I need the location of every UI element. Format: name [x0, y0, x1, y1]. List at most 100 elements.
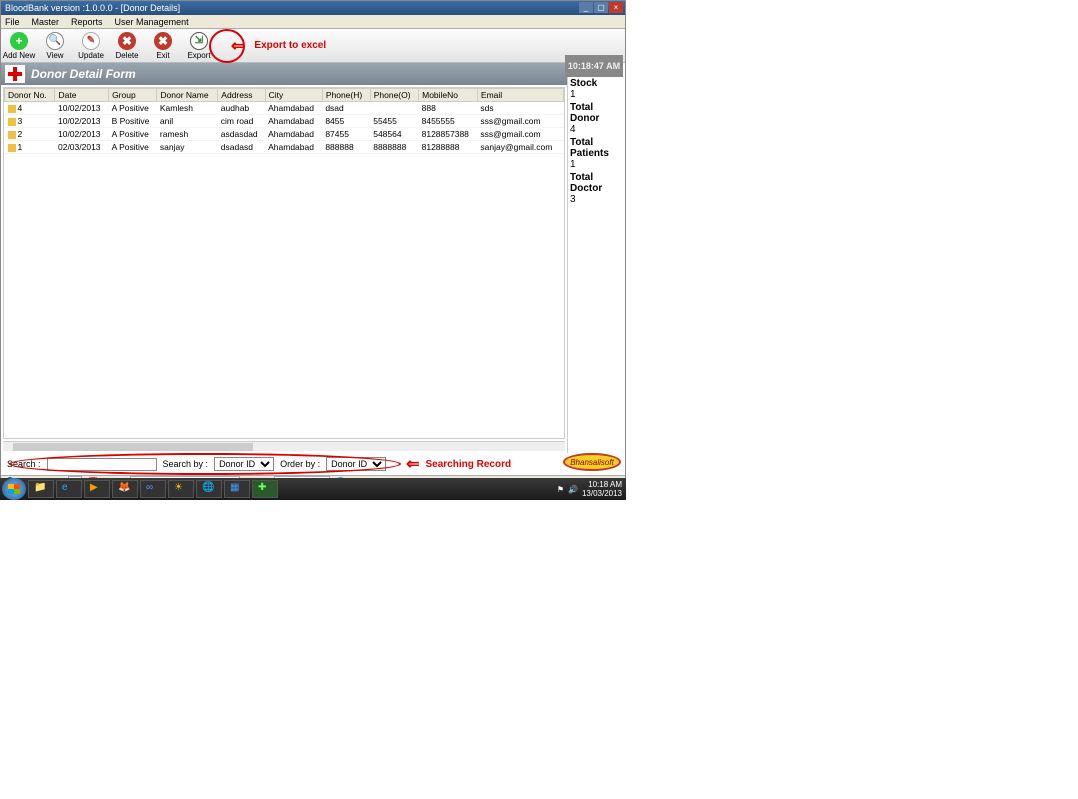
column-header[interactable]: Email — [477, 89, 563, 102]
tray-date: 13/03/2013 — [582, 489, 622, 498]
taskbar-explorer[interactable]: 📁 — [28, 480, 54, 498]
add-new-button[interactable]: +Add New — [1, 32, 37, 60]
table-cell: 548564 — [370, 128, 418, 141]
column-header[interactable]: Phone(O) — [370, 89, 418, 102]
table-cell: anil — [157, 115, 218, 128]
menu-master[interactable]: Master — [32, 17, 60, 27]
tray-volume-icon[interactable]: 🔊 — [568, 485, 578, 494]
taskbar-app3[interactable]: 🌐 — [196, 480, 222, 498]
column-header[interactable]: Donor No. — [5, 89, 55, 102]
taskbar-firefox[interactable]: 🦊 — [112, 480, 138, 498]
total-donor-value: 4 — [570, 124, 623, 135]
table-cell: 02/03/2013 — [55, 141, 109, 154]
row-icon — [8, 105, 16, 113]
taskbar-running-app[interactable]: ✚ — [252, 480, 278, 498]
plus-icon: ✚ — [258, 482, 272, 496]
menu-file[interactable]: File — [5, 17, 20, 27]
add-new-label: Add New — [3, 51, 35, 60]
table-cell: 8128857388 — [419, 128, 478, 141]
magnifier-icon: 🔍 — [46, 32, 64, 50]
view-button[interactable]: 🔍View — [37, 32, 73, 60]
maximize-button[interactable]: ▢ — [594, 2, 608, 13]
column-header[interactable]: Group — [109, 89, 157, 102]
scrollbar-thumb[interactable] — [13, 443, 253, 451]
title-bar[interactable]: BloodBank version :1.0.0.0 - [Donor Deta… — [1, 1, 625, 15]
column-header[interactable]: Donor Name — [157, 89, 218, 102]
menu-bar: File Master Reports User Management — [1, 15, 625, 29]
table-cell: ramesh — [157, 128, 218, 141]
taskbar[interactable]: 📁 e ▶ 🦊 ∞ ☀ 🌐 ▦ ✚ ⚑ 🔊 10:18 AM 13/03/201… — [0, 478, 626, 500]
table-row[interactable]: 310/02/2013B Positiveanilcim roadAhamdab… — [5, 115, 564, 128]
minimize-button[interactable]: _ — [579, 2, 593, 13]
data-grid[interactable]: Donor No.DateGroupDonor NameAddressCityP… — [3, 87, 565, 439]
tray-time: 10:18 AM — [582, 480, 622, 489]
table-cell: 1 — [5, 141, 55, 154]
tray-flag-icon[interactable]: ⚑ — [557, 485, 564, 494]
exit-button[interactable]: ✖Exit — [145, 32, 181, 60]
table-cell: 2 — [5, 128, 55, 141]
taskbar-app1[interactable]: ∞ — [140, 480, 166, 498]
table-cell: sds — [477, 102, 563, 115]
table-row[interactable]: 102/03/2013A PositivesanjaydsadasdAhamda… — [5, 141, 564, 154]
export-button[interactable]: ⇲Export — [181, 32, 217, 60]
table-cell: 81288888 — [419, 141, 478, 154]
pencil-icon: ✎ — [82, 32, 100, 50]
delete-label: Delete — [115, 51, 138, 60]
form-title: Donor Detail Form — [31, 67, 136, 81]
table-cell: 888 — [419, 102, 478, 115]
firefox-icon: 🦊 — [118, 482, 132, 496]
brand-badge: Bhansalisoft — [563, 453, 621, 471]
search-bar: Search : Search by : Donor ID Order by :… — [1, 453, 625, 475]
column-header[interactable]: Phone(H) — [322, 89, 370, 102]
export-label: Export — [187, 51, 210, 60]
table-cell: A Positive — [109, 128, 157, 141]
table-row[interactable]: 410/02/2013A PositiveKamleshaudhabAhamda… — [5, 102, 564, 115]
table-cell: sss@gmail.com — [477, 128, 563, 141]
ie-icon: e — [62, 482, 76, 496]
horizontal-scrollbar[interactable] — [3, 441, 565, 451]
table-cell: sss@gmail.com — [477, 115, 563, 128]
doc-icon: ▦ — [230, 482, 244, 496]
column-header[interactable]: Date — [55, 89, 109, 102]
column-header[interactable]: MobileNo — [419, 89, 478, 102]
column-header[interactable]: City — [265, 89, 322, 102]
table-cell: 3 — [5, 115, 55, 128]
arrow-left-icon: ⇐ — [406, 454, 419, 474]
table-cell: 888888 — [322, 141, 370, 154]
table-cell: dsad — [322, 102, 370, 115]
globe-icon: 🌐 — [202, 482, 216, 496]
menu-reports[interactable]: Reports — [71, 17, 103, 27]
table-cell: 10/02/2013 — [55, 102, 109, 115]
taskbar-ie[interactable]: e — [56, 480, 82, 498]
table-cell: dsadasd — [218, 141, 265, 154]
row-icon — [8, 118, 16, 126]
update-button[interactable]: ✎Update — [73, 32, 109, 60]
column-header[interactable]: Address — [218, 89, 265, 102]
menu-usermgmt[interactable]: User Management — [115, 17, 189, 27]
taskbar-app2[interactable]: ☀ — [168, 480, 194, 498]
table-row[interactable]: 210/02/2013A PositiverameshasdasdadAhamd… — [5, 128, 564, 141]
delete-button[interactable]: ✖Delete — [109, 32, 145, 60]
row-icon — [8, 131, 16, 139]
start-button[interactable] — [2, 478, 26, 500]
annotation-export-text: Export to excel — [254, 40, 326, 51]
search-input[interactable] — [47, 458, 157, 471]
table-cell: cim road — [218, 115, 265, 128]
plus-icon: + — [10, 32, 28, 50]
table-cell: 4 — [5, 102, 55, 115]
close-button[interactable]: × — [609, 2, 623, 13]
table-cell: Ahamdabad — [265, 102, 322, 115]
order-by-select[interactable]: Donor ID — [326, 457, 386, 471]
annotation-search-text: Searching Record — [425, 459, 511, 470]
taskbar-wmp[interactable]: ▶ — [84, 480, 110, 498]
header-clock: 10:18:47 AM — [565, 55, 623, 77]
exit-label: Exit — [156, 51, 169, 60]
tray-clock[interactable]: 10:18 AM 13/03/2013 — [582, 480, 622, 498]
taskbar-app4[interactable]: ▦ — [224, 480, 250, 498]
play-icon: ▶ — [90, 482, 104, 496]
search-by-select[interactable]: Donor ID — [214, 457, 274, 471]
table-cell: Ahamdabad — [265, 128, 322, 141]
side-panel: Bottle Stock 1 Total Donor 4 Total Patie… — [568, 63, 625, 453]
table-cell: sanjay — [157, 141, 218, 154]
total-patients-label: Total Patients — [570, 137, 623, 159]
